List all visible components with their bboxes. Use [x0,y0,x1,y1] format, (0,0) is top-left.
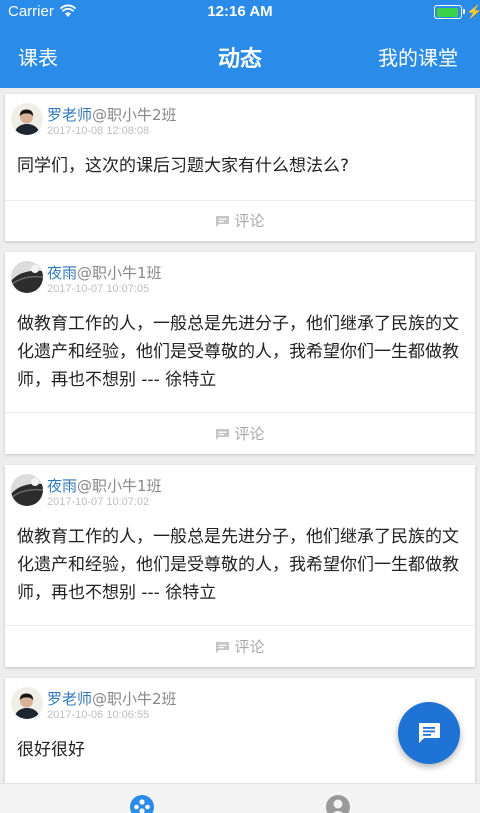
post-date: 2017-10-06 10:06:55 [47,709,150,721]
person-icon[interactable] [325,794,351,813]
divider [5,625,475,626]
post-header: 夜雨@职小牛1班 [47,475,162,496]
comment-button[interactable]: 评论 [5,423,475,444]
post-card[interactable]: 夜雨@职小牛1班 2017-10-07 10:07:05 做教育工作的人，一般总… [5,252,475,454]
divider [5,412,475,413]
nav-bar: 课表 动态 我的课堂 [0,36,480,76]
post-content: 做教育工作的人，一般总是先进分子，他们继承了民族的文化遗产和经验，他们是受尊敬的… [17,527,459,603]
comment-label: 评论 [234,638,265,656]
avatar[interactable] [11,687,43,719]
post-header: 罗老师@职小牛2班 [47,104,177,125]
comment-icon [216,216,230,227]
author-name[interactable]: 夜雨 [47,477,77,495]
comment-button[interactable]: 评论 [5,636,475,657]
post-date: 2017-10-08 12:08:08 [47,125,150,137]
compose-button[interactable] [398,702,460,764]
charging-icon: ⚡ [466,4,480,19]
comment-label: 评论 [234,212,265,230]
author-name[interactable]: 罗老师 [47,690,92,708]
post-header: 罗老师@职小牛2班 [47,688,177,709]
class-name: @职小牛2班 [92,106,177,124]
message-icon [419,723,440,743]
class-name: @职小牛1班 [77,477,162,495]
post-header: 夜雨@职小牛1班 [47,262,162,283]
avatar[interactable] [11,261,43,293]
post-date: 2017-10-07 10:07:05 [47,283,150,295]
feed-list[interactable]: 罗老师@职小牛2班 2017-10-08 12:08:08 同学们，这次的课后习… [0,88,480,783]
group-icon[interactable] [129,794,155,813]
post-card[interactable]: 夜雨@职小牛1班 2017-10-07 10:07:02 做教育工作的人，一般总… [5,465,475,667]
post-content: 做教育工作的人，一般总是先进分子，他们继承了民族的文化遗产和经验，他们是受尊敬的… [17,314,459,390]
post-content: 很好很好 [17,740,85,760]
my-classroom-button[interactable]: 我的课堂 [378,42,458,71]
author-name[interactable]: 罗老师 [47,106,92,124]
comment-label: 评论 [234,425,265,443]
page-title: 动态 [217,47,262,72]
tab-bar [0,783,480,813]
divider [5,200,475,201]
post-card[interactable]: 罗老师@职小牛2班 2017-10-08 12:08:08 同学们，这次的课后习… [5,94,475,241]
schedule-button[interactable]: 课表 [18,42,58,71]
avatar[interactable] [11,474,43,506]
comment-button[interactable]: 评论 [5,210,475,231]
class-name: @职小牛1班 [77,264,162,282]
status-time: 12:16 AM [207,3,273,20]
comment-icon [216,429,230,440]
post-content: 同学们，这次的课后习题大家有什么想法么? [17,156,350,176]
top-bar: Carrier 12:16 AM ⚡ 课表 动态 我的课堂 [0,0,480,88]
status-bar: Carrier 12:16 AM ⚡ [0,0,480,24]
post-date: 2017-10-07 10:07:02 [47,496,150,508]
class-name: @职小牛2班 [92,690,177,708]
comment-icon [216,642,230,653]
author-name[interactable]: 夜雨 [47,264,77,282]
avatar[interactable] [11,103,43,135]
battery-icon [434,5,465,19]
